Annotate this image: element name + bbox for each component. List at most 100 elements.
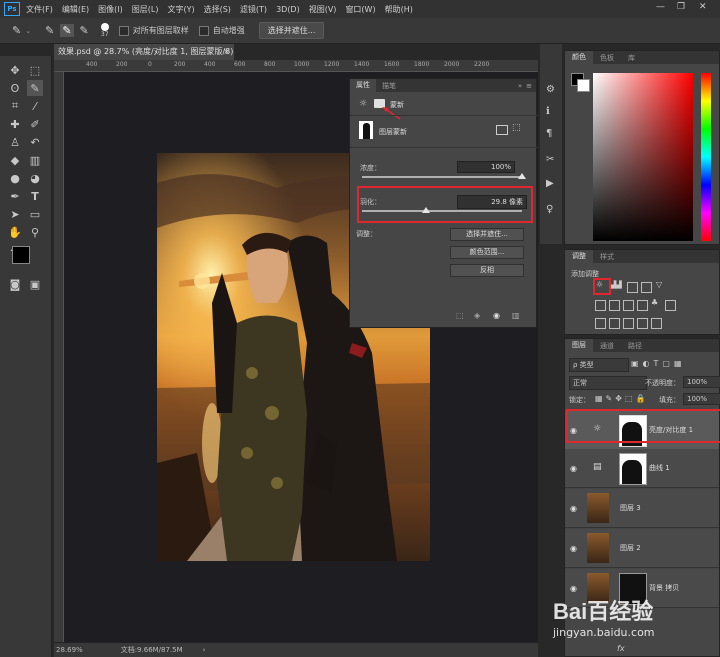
layer-name[interactable]: 图层 3	[620, 503, 641, 513]
path-selection-icon[interactable]: ➤	[7, 206, 23, 222]
eyedropper-tool-icon[interactable]: ⁄	[27, 98, 43, 114]
eye-icon[interactable]: ◉	[570, 504, 577, 513]
quick-selection-tool-icon[interactable]: ✎	[27, 80, 43, 96]
document-tab[interactable]: 效果.psd @ 28.7% (亮度/对比度 1, 图层蒙版/8) * ×	[54, 44, 234, 72]
tab-paths[interactable]: 路径	[621, 341, 649, 351]
menu-select[interactable]: 选择(S)	[204, 4, 231, 15]
tab-swatches[interactable]: 色板	[593, 53, 621, 63]
blur-tool-icon[interactable]: ●	[7, 170, 23, 186]
blend-mode-select[interactable]: 正常	[569, 376, 647, 390]
collapse-icon[interactable]: »	[518, 82, 526, 90]
layer-filter-select[interactable]: ρ 类型	[569, 358, 629, 372]
fx-icon[interactable]: fx	[617, 644, 625, 653]
stamp-tool-icon[interactable]: ♙	[7, 134, 23, 150]
tab-styles[interactable]: 样式	[593, 252, 621, 262]
posterize-icon[interactable]	[609, 318, 620, 329]
hand-tool-icon[interactable]: ✋	[7, 224, 23, 240]
info-icon[interactable]: ℹ	[546, 106, 550, 117]
eye-icon[interactable]: ◉	[570, 464, 577, 473]
pen-tool-icon[interactable]: ✒	[7, 188, 23, 204]
restore-icon[interactable]: ❐	[677, 2, 685, 12]
density-value[interactable]: 100%	[457, 161, 515, 173]
auto-enhance-checkbox[interactable]	[198, 25, 209, 36]
quick-selection-tool-icon[interactable]: ✎	[12, 24, 21, 37]
new-selection-icon[interactable]: ✎	[45, 24, 54, 37]
lasso-tool-icon[interactable]: ʘ	[7, 80, 23, 96]
exposure-icon[interactable]	[641, 282, 652, 293]
history-brush-icon[interactable]: ↶	[27, 134, 43, 150]
feather-value[interactable]: 29.8 像素	[457, 195, 527, 209]
brush-size-picker[interactable]: 37	[100, 23, 109, 38]
menu-view[interactable]: 视图(V)	[309, 4, 337, 15]
eraser-tool-icon[interactable]: ◆	[7, 152, 23, 168]
opacity-value[interactable]: 100%	[683, 376, 720, 388]
zoom-level[interactable]: 28.69%	[56, 646, 83, 654]
minimize-icon[interactable]: —	[656, 2, 665, 12]
menu-image[interactable]: 图像(I)	[98, 4, 123, 15]
vibrance-icon[interactable]: ▽	[656, 280, 662, 289]
curves-icon[interactable]	[627, 282, 638, 293]
layer-row-layer-2[interactable]: ◉ 图层 2	[565, 529, 719, 568]
gradient-map-icon[interactable]	[637, 318, 648, 329]
load-selection-icon[interactable]: ⬚	[456, 311, 464, 320]
black-white-icon[interactable]	[623, 300, 634, 311]
actions-icon[interactable]: ▶	[546, 178, 554, 189]
channel-mixer-icon[interactable]: ♣	[651, 298, 658, 307]
tab-channels[interactable]: 通道	[593, 341, 621, 351]
visibility-icon[interactable]: ◉	[493, 311, 500, 320]
delete-icon[interactable]: ▥	[512, 311, 520, 320]
selective-color-icon[interactable]	[651, 318, 662, 329]
levels-icon[interactable]: ▟▟	[611, 281, 622, 289]
menu-edit[interactable]: 编辑(E)	[62, 4, 89, 15]
zoom-tool-icon[interactable]: ⚲	[27, 224, 43, 240]
crop-tool-icon[interactable]: ⌗	[7, 98, 23, 114]
tab-color[interactable]: 颜色	[565, 51, 593, 64]
menu-layer[interactable]: 图层(L)	[132, 4, 159, 15]
tab-adjustments[interactable]: 调整	[565, 250, 593, 263]
menu-type[interactable]: 文字(Y)	[167, 4, 194, 15]
apply-mask-icon[interactable]: ⬚	[512, 123, 521, 133]
tab-library[interactable]: 库	[621, 53, 642, 63]
gradient-tool-icon[interactable]: ▥	[27, 152, 43, 168]
select-and-mask-button[interactable]: 选择并遮住...	[450, 228, 524, 241]
menu-3d[interactable]: 3D(D)	[276, 5, 300, 14]
color-lookup-icon[interactable]	[665, 300, 676, 311]
tools-preset-icon[interactable]: ✂	[546, 154, 554, 165]
threshold-icon[interactable]	[623, 318, 634, 329]
chevron-right-icon[interactable]: ›	[203, 646, 206, 654]
foreground-color-swatch[interactable]	[12, 246, 30, 264]
tab-close-icon[interactable]: ×	[223, 44, 230, 60]
feather-slider[interactable]	[362, 210, 522, 212]
history-icon[interactable]: ⚙	[546, 84, 555, 95]
color-balance-icon[interactable]	[609, 300, 620, 311]
type-tool-icon[interactable]: T	[27, 188, 43, 204]
move-tool-icon[interactable]: ✥	[7, 62, 23, 78]
layer-name[interactable]: 曲线 1	[649, 463, 670, 473]
density-slider[interactable]	[362, 176, 522, 178]
add-to-selection-icon[interactable]: ✎	[60, 24, 74, 37]
adjustment-settings-icon[interactable]: ☼	[359, 99, 367, 109]
color-field[interactable]	[593, 73, 693, 241]
sample-all-layers-checkbox[interactable]	[118, 25, 129, 36]
panel-menu-icon[interactable]: ≡	[526, 82, 536, 90]
density-slider-thumb[interactable]	[518, 173, 526, 179]
menu-filter[interactable]: 滤镜(T)	[240, 4, 267, 15]
layer-row-layer-3[interactable]: ◉ 图层 3	[565, 489, 719, 528]
photo-filter-icon[interactable]	[637, 300, 648, 311]
shape-tool-icon[interactable]: ▭	[27, 206, 43, 222]
feather-slider-thumb[interactable]	[422, 207, 430, 213]
select-and-mask-button[interactable]: 选择并遮住...	[258, 22, 325, 39]
layer-mask-thumbnail[interactable]	[619, 453, 647, 485]
hue-saturation-icon[interactable]	[595, 300, 606, 311]
brush-tool-icon[interactable]: ✐	[27, 116, 43, 132]
screen-mode-icon[interactable]: ▣	[27, 276, 43, 292]
hue-slider[interactable]	[701, 73, 711, 241]
marquee-tool-icon[interactable]: ⬚	[27, 62, 43, 78]
subtract-selection-icon[interactable]: ✎	[80, 24, 89, 37]
bg-color-swatch[interactable]	[577, 79, 590, 92]
close-icon[interactable]: ✕	[699, 2, 707, 12]
light-icon[interactable]: ♀	[546, 204, 553, 215]
lock-icons[interactable]: ▦✎✥⬚🔒	[595, 394, 648, 403]
menu-file[interactable]: 文件(F)	[26, 4, 53, 15]
menu-window[interactable]: 窗口(W)	[345, 4, 375, 15]
